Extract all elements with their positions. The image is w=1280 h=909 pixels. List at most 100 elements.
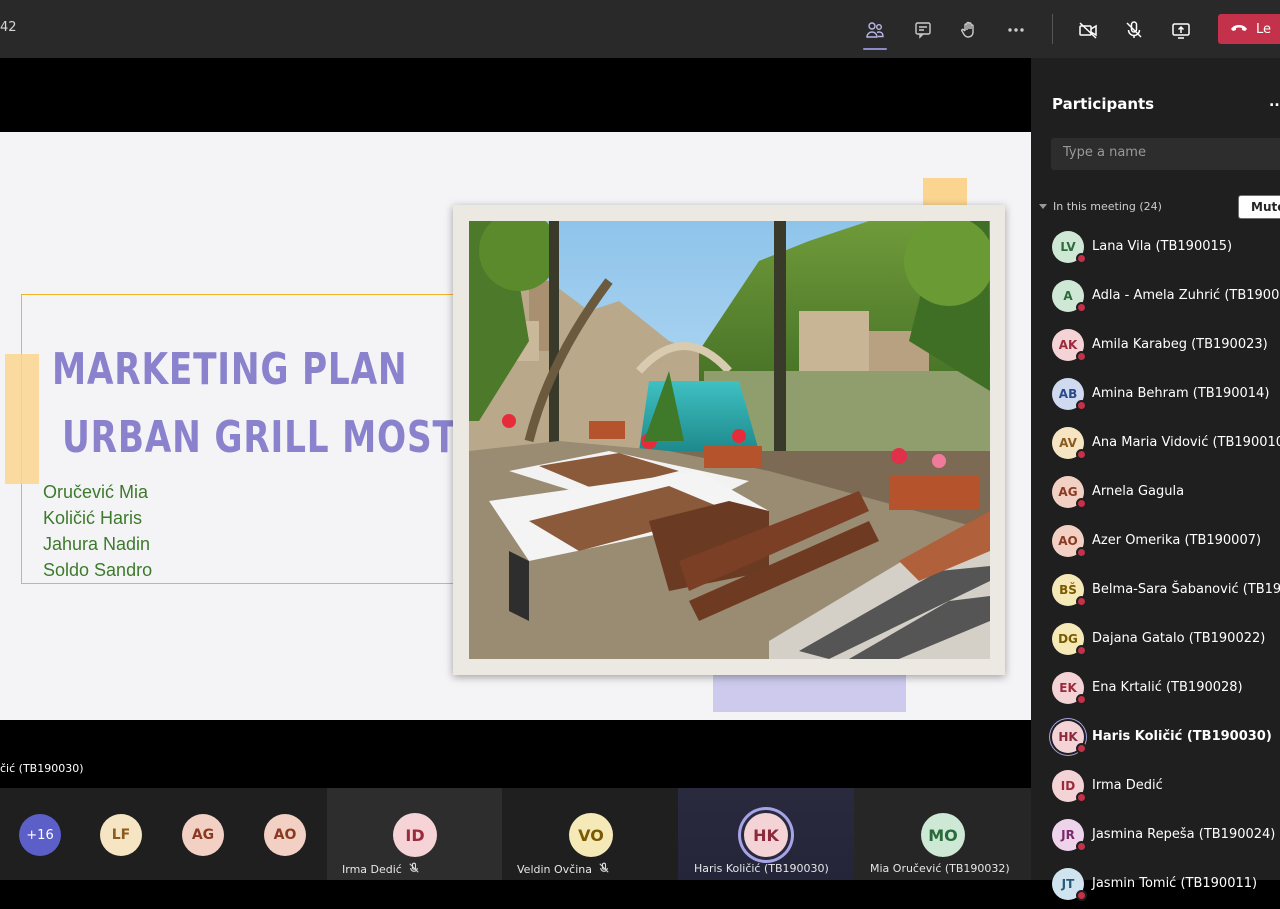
avatar-initials: JR — [1061, 828, 1075, 842]
video-tile-speaking[interactable]: HK Haris Količić (TB190030) — [678, 788, 854, 880]
participant-avatar: A — [1052, 280, 1087, 313]
more-icon[interactable] — [1000, 14, 1032, 46]
participant-avatar: DG — [1052, 623, 1087, 656]
avatar-initials: ID — [1060, 779, 1076, 793]
status-dot-icon — [1076, 841, 1087, 852]
phone-icon — [1230, 22, 1248, 37]
panel-title: Participants — [1052, 95, 1155, 113]
participant-row[interactable]: AO Azer Omerika (TB190007) — [1031, 517, 1280, 566]
participant-row[interactable]: A Adla - Amela Zuhrić (TB19000... — [1031, 272, 1280, 321]
presentation-slide: MARKETING PLAN URBAN GRILL MOSTAR Oručev… — [0, 132, 1031, 720]
participant-avatar: AV — [1052, 427, 1087, 460]
participant-row[interactable]: JT Jasmin Tomić (TB190011) — [1031, 860, 1280, 909]
presenter-name-label: čić (TB190030) — [0, 762, 84, 775]
participant-name: Irma Dedić — [1092, 778, 1163, 793]
participants-icon[interactable] — [859, 14, 891, 50]
participant-list: LV Lana Vila (TB190015) A Adla - Amela Zuhr… — [1031, 223, 1280, 909]
participant-name: Jasmina Repeša (TB190024) — [1092, 827, 1276, 842]
status-dot-icon — [1076, 694, 1087, 705]
avatar-initials: A — [1063, 289, 1073, 303]
avatar-initials: HK — [1058, 730, 1078, 744]
chat-icon[interactable] — [907, 14, 939, 46]
slide-photo-frame — [453, 205, 1005, 675]
video-tile[interactable]: VO Veldin Ovčina — [502, 788, 678, 880]
tile-name: Veldin Ovčina — [517, 862, 610, 877]
avatar-initials: DG — [1058, 632, 1078, 646]
participant-row[interactable]: DG Dajana Gatalo (TB190022) — [1031, 615, 1280, 664]
tile-name: Haris Količić (TB190030) — [694, 862, 829, 875]
participant-name: Amina Behram (TB190014) — [1092, 386, 1270, 401]
participant-row[interactable]: BŠ Belma-Sara Šabanović (TB190... — [1031, 566, 1280, 615]
participant-row[interactable]: AK Amila Karabeg (TB190023) — [1031, 321, 1280, 370]
participant-row[interactable]: ID Irma Dedić — [1031, 762, 1280, 811]
participant-avatar[interactable]: AO — [264, 814, 306, 856]
participant-row[interactable]: AG Arnela Gagula — [1031, 468, 1280, 517]
raise-hand-icon[interactable] — [953, 14, 985, 46]
panel-more-icon[interactable]: ... — [1269, 94, 1280, 110]
tile-name: Irma Dedić — [342, 862, 420, 877]
avatar-initials: JT — [1061, 877, 1075, 891]
status-dot-icon — [1076, 645, 1087, 656]
more-participants-badge[interactable]: +16 — [19, 814, 61, 856]
meeting-timer: 42 — [0, 20, 17, 35]
status-dot-icon — [1076, 302, 1087, 313]
camera-off-icon[interactable] — [1072, 14, 1104, 46]
participant-strip: +16 LF AG AO ID Irma Dedić VO Veldin Ovč… — [0, 788, 1031, 880]
slide-author: Jahura Nadin — [43, 534, 151, 554]
in-meeting-section-header[interactable]: In this meeting (24) — [1039, 200, 1162, 213]
slide-author: Soldo Sandro — [43, 560, 153, 580]
participant-row[interactable]: LV Lana Vila (TB190015) — [1031, 223, 1280, 272]
tile-name-text: Irma Dedić — [342, 863, 402, 876]
participant-row[interactable]: EK Ena Krtalić (TB190028) — [1031, 664, 1280, 713]
status-dot-icon — [1076, 400, 1087, 411]
status-dot-icon — [1076, 498, 1087, 509]
status-dot-icon — [1076, 253, 1087, 264]
mute-all-button[interactable]: Mute — [1238, 195, 1280, 219]
participant-avatar: AB — [1052, 378, 1087, 411]
participant-row[interactable]: HK Haris Količić (TB190030) — [1031, 713, 1280, 762]
participant-row[interactable]: JR Jasmina Repeša (TB190024) — [1031, 811, 1280, 860]
status-dot-icon — [1076, 596, 1087, 607]
participant-row[interactable]: AB Amina Behram (TB190014) — [1031, 370, 1280, 419]
restaurant-terrace-photo — [469, 221, 990, 659]
participants-panel: Participants ... Type a name In this mee… — [1031, 58, 1280, 901]
mic-off-icon[interactable] — [1118, 14, 1150, 46]
video-tile[interactable]: ID Irma Dedić — [327, 788, 502, 880]
slide-title-line-2: URBAN GRILL MOSTAR — [62, 412, 509, 463]
participant-search-input[interactable]: Type a name — [1051, 138, 1280, 170]
slide-author: Oručević Mia — [43, 482, 149, 502]
mic-off-icon — [598, 862, 610, 877]
status-dot-icon — [1076, 743, 1087, 754]
participant-avatar: JR — [1052, 819, 1087, 852]
tile-name: Mia Oručević (TB190032) — [870, 862, 1010, 875]
status-dot-icon — [1076, 547, 1087, 558]
participant-name: Azer Omerika (TB190007) — [1092, 533, 1262, 548]
participant-avatar: EK — [1052, 672, 1087, 705]
slide-decoration — [713, 674, 906, 712]
participant-avatar[interactable]: LF — [100, 814, 142, 856]
avatar-initials: AK — [1058, 338, 1078, 352]
participant-name: Adla - Amela Zuhrić (TB19000... — [1092, 288, 1280, 303]
chevron-down-icon — [1039, 200, 1047, 213]
participant-avatar: ID — [1052, 770, 1087, 803]
toolbar-divider — [1052, 14, 1053, 44]
status-dot-icon — [1076, 890, 1087, 901]
participant-row[interactable]: AV Ana Maria Vidović (TB190010) — [1031, 419, 1280, 468]
slide-decoration — [923, 178, 967, 208]
participant-avatar: BŠ — [1052, 574, 1087, 607]
avatar-initials: LV — [1060, 240, 1076, 254]
participant-name: Dajana Gatalo (TB190022) — [1092, 631, 1266, 646]
participant-avatar[interactable]: AG — [182, 814, 224, 856]
avatar-initials: EK — [1059, 681, 1077, 695]
participant-avatar: HK — [1052, 721, 1087, 754]
avatar-initials: AO — [1058, 534, 1078, 548]
participant-name: Arnela Gagula — [1092, 484, 1185, 499]
leave-button[interactable]: Le — [1218, 14, 1280, 44]
participant-avatar: AO — [1052, 525, 1087, 558]
tile-name-text: Veldin Ovčina — [517, 863, 592, 876]
video-tile[interactable]: MO Mia Oručević (TB190032) — [854, 788, 1031, 880]
avatar-initials: BŠ — [1059, 583, 1077, 597]
participant-name: Jasmin Tomić (TB190011) — [1092, 876, 1258, 891]
share-screen-icon[interactable] — [1165, 14, 1197, 46]
participant-name: Ena Krtalić (TB190028) — [1092, 680, 1243, 695]
